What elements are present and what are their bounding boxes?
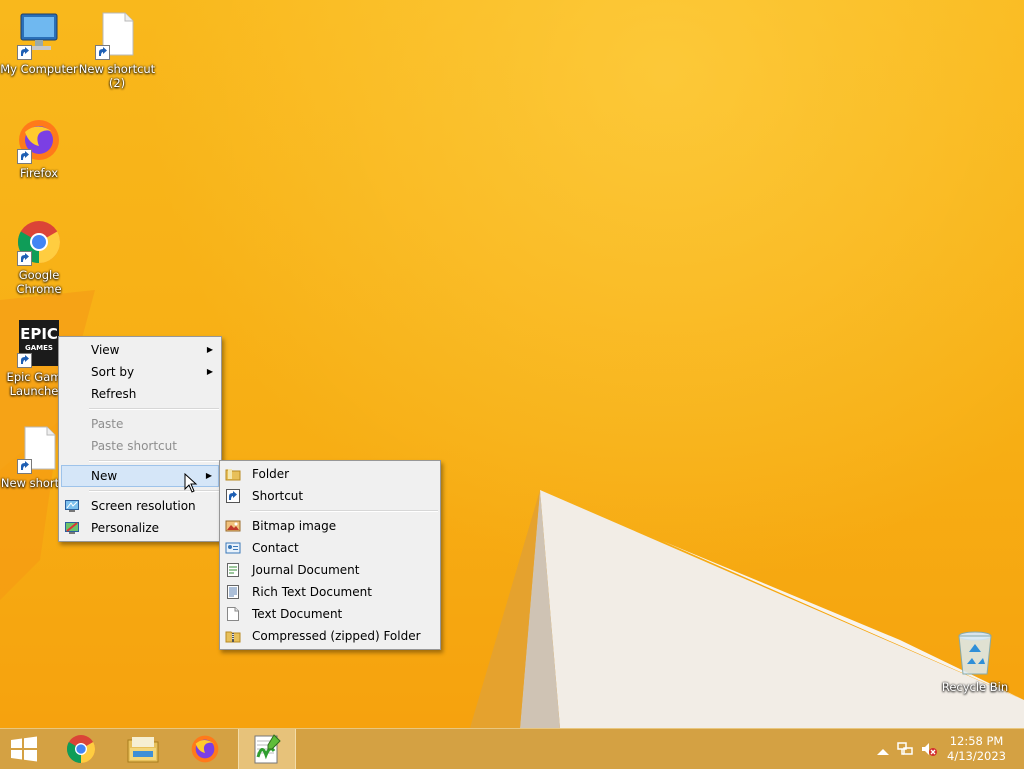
menu-item-label: Sort by bbox=[91, 365, 135, 379]
desktop-icon-label: My Computer bbox=[0, 62, 78, 76]
zip-folder-icon bbox=[225, 631, 241, 643]
taskbar-clock[interactable]: 12:58 PM 4/13/2023 bbox=[947, 734, 1006, 764]
clock-time: 12:58 PM bbox=[949, 734, 1004, 748]
firefox-icon bbox=[191, 735, 219, 763]
journal-icon bbox=[227, 563, 239, 577]
epic-games-icon: EPIC GAMES bbox=[15, 320, 63, 368]
menu-item-label: Compressed (zipped) Folder bbox=[252, 629, 421, 643]
menu-separator bbox=[89, 460, 219, 462]
submenu-arrow-icon: ▶ bbox=[206, 367, 213, 376]
menu-item-label: Folder bbox=[252, 467, 290, 481]
submenu-arrow-icon: ▶ bbox=[206, 345, 213, 354]
start-button[interactable] bbox=[0, 729, 48, 769]
epic-logo-text: EPIC bbox=[20, 325, 58, 343]
show-hidden-icons-icon[interactable] bbox=[874, 743, 892, 761]
taskbar-chrome[interactable] bbox=[53, 729, 109, 769]
taskbar-notepad-plus-plus[interactable] bbox=[238, 729, 296, 769]
shortcut-arrow-icon bbox=[17, 459, 32, 474]
new-item-compressed-folder[interactable]: Compressed (zipped) Folder bbox=[220, 625, 440, 647]
desktop-icon-new-shortcut-2[interactable]: New shortcut (2) bbox=[78, 12, 156, 90]
menu-item-label: Contact bbox=[252, 541, 299, 555]
folder-icon bbox=[225, 469, 241, 481]
menu-item-label: Refresh bbox=[91, 387, 137, 401]
chrome-icon bbox=[66, 735, 96, 763]
new-item-rich-text-document[interactable]: Rich Text Document bbox=[220, 581, 440, 603]
menu-item-view[interactable]: View ▶ bbox=[59, 339, 221, 361]
desktop[interactable]: My Computer New shortcut (2) Firefox Goo… bbox=[0, 0, 1024, 728]
menu-item-paste-shortcut: Paste shortcut bbox=[59, 435, 221, 457]
menu-item-paste: Paste bbox=[59, 413, 221, 435]
screen-resolution-icon bbox=[65, 500, 79, 512]
shortcut-icon bbox=[226, 489, 240, 503]
menu-item-label: Bitmap image bbox=[252, 519, 337, 533]
menu-item-refresh[interactable]: Refresh bbox=[59, 383, 221, 405]
chrome-icon bbox=[15, 218, 63, 266]
desktop-icon-google-chrome[interactable]: Google Chrome bbox=[0, 218, 78, 296]
new-item-bitmap-image[interactable]: Bitmap image bbox=[220, 515, 440, 537]
new-item-contact[interactable]: Contact bbox=[220, 537, 440, 559]
shortcut-arrow-icon bbox=[17, 45, 32, 60]
taskbar-firefox[interactable] bbox=[177, 729, 233, 769]
desktop-icon-label: Recycle Bin bbox=[941, 680, 1009, 694]
menu-item-label: Paste bbox=[91, 417, 124, 431]
taskbar-file-explorer[interactable] bbox=[115, 729, 171, 769]
windows-logo-icon bbox=[11, 736, 37, 762]
menu-item-label: Rich Text Document bbox=[252, 585, 372, 599]
menu-item-label: Shortcut bbox=[252, 489, 304, 503]
menu-separator bbox=[250, 510, 438, 512]
taskbar: 12:58 PM 4/13/2023 bbox=[0, 728, 1024, 769]
desktop-icon-my-computer[interactable]: My Computer bbox=[0, 12, 78, 76]
desktop-icon-label: New shortcut (2) bbox=[78, 62, 156, 90]
menu-item-label: Paste shortcut bbox=[91, 439, 177, 453]
file-explorer-icon bbox=[127, 737, 159, 763]
epic-logo-subtext: GAMES bbox=[25, 344, 53, 352]
menu-item-label: Text Document bbox=[252, 607, 343, 621]
rich-text-icon bbox=[227, 585, 239, 599]
notepad-plus-plus-icon bbox=[254, 734, 281, 764]
desktop-icon-label: New short bbox=[0, 476, 60, 490]
contact-icon bbox=[225, 542, 241, 554]
personalize-icon bbox=[65, 522, 79, 534]
shortcut-arrow-icon bbox=[17, 251, 32, 266]
shortcut-arrow-icon bbox=[17, 353, 32, 368]
menu-item-screen-resolution[interactable]: Screen resolution bbox=[59, 495, 221, 517]
menu-item-sort-by[interactable]: Sort by ▶ bbox=[59, 361, 221, 383]
clock-date: 4/13/2023 bbox=[947, 749, 1006, 763]
desktop-context-menu: View ▶ Sort by ▶ Refresh Paste Paste sho… bbox=[58, 336, 222, 542]
menu-item-label: Personalize bbox=[91, 521, 160, 535]
computer-icon bbox=[15, 12, 63, 60]
desktop-icon-label: Google Chrome bbox=[16, 268, 62, 296]
mouse-cursor-icon bbox=[184, 473, 198, 493]
menu-item-label: Journal Document bbox=[252, 563, 360, 577]
new-item-folder[interactable]: Folder bbox=[220, 463, 440, 485]
shortcut-arrow-icon bbox=[17, 149, 32, 164]
desktop-icon-label: Epic Gam Launche bbox=[6, 370, 62, 398]
bitmap-icon bbox=[225, 520, 241, 532]
menu-separator bbox=[89, 408, 219, 410]
new-item-text-document[interactable]: Text Document bbox=[220, 603, 440, 625]
text-document-icon bbox=[227, 607, 239, 621]
new-item-shortcut[interactable]: Shortcut bbox=[220, 485, 440, 507]
volume-muted-icon[interactable] bbox=[920, 740, 938, 758]
menu-item-label: View bbox=[91, 343, 120, 357]
menu-item-label: New bbox=[91, 469, 118, 483]
blank-file-icon bbox=[15, 426, 63, 474]
desktop-icon-recycle-bin[interactable]: Recycle Bin bbox=[936, 630, 1014, 694]
new-item-journal-document[interactable]: Journal Document bbox=[220, 559, 440, 581]
submenu-arrow-icon: ▶ bbox=[205, 471, 212, 480]
blank-file-icon bbox=[93, 12, 141, 60]
network-icon[interactable] bbox=[896, 740, 914, 758]
firefox-icon bbox=[15, 116, 63, 164]
shortcut-arrow-icon bbox=[95, 45, 110, 60]
desktop-icon-firefox[interactable]: Firefox bbox=[0, 116, 78, 180]
new-submenu: Folder Shortcut Bitmap image Contact Jou… bbox=[219, 460, 441, 650]
recycle-bin-icon bbox=[951, 630, 999, 678]
menu-item-label: Screen resolution bbox=[91, 499, 196, 513]
menu-item-personalize[interactable]: Personalize bbox=[59, 517, 221, 539]
menu-separator bbox=[89, 490, 219, 492]
desktop-icon-label: Firefox bbox=[19, 166, 59, 180]
